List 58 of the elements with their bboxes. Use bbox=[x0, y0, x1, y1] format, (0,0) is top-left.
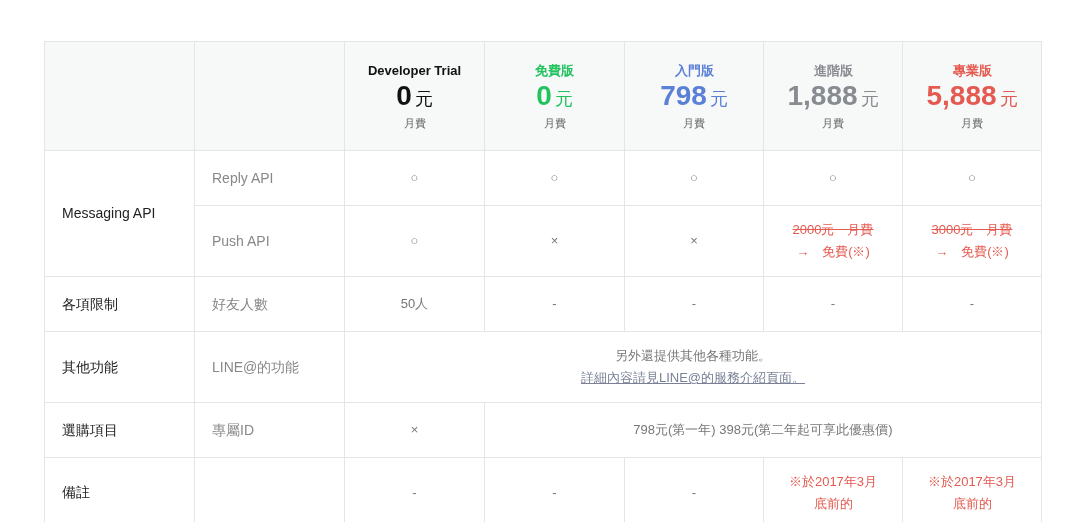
section-label: 其他功能 bbox=[62, 358, 118, 375]
cell-text: → 免費(※) bbox=[935, 244, 1009, 259]
cell-text: ○ bbox=[690, 170, 698, 185]
cell-text: ○ bbox=[968, 170, 976, 185]
plan-price: 5,888 bbox=[926, 80, 997, 112]
cell-text: 另外還提供其他各種功能。 bbox=[615, 348, 771, 363]
cell-text: × bbox=[690, 233, 698, 248]
cell-text: ○ bbox=[410, 170, 419, 185]
cell-text: - bbox=[691, 296, 697, 311]
cell-text: - bbox=[830, 296, 836, 311]
cell-text: 798元(第一年) 398元(第二年起可享此優惠價) bbox=[633, 422, 893, 437]
plan-price: 0 bbox=[396, 80, 412, 112]
cell-text: × bbox=[550, 233, 559, 248]
currency-unit: 元 bbox=[999, 88, 1018, 111]
plan-name: 入門版 bbox=[674, 61, 714, 80]
billing-period: 月費 bbox=[403, 116, 426, 131]
old-price: 3000元 月費 bbox=[931, 222, 1013, 237]
plan-name: 免費版 bbox=[535, 61, 574, 80]
old-price: 2000元 月費 bbox=[792, 222, 874, 237]
section-label: 備註 bbox=[62, 484, 90, 500]
currency-unit: 元 bbox=[554, 88, 573, 111]
row-label: LINE@的功能 bbox=[212, 358, 300, 375]
cell-text: ※於2017年3月 bbox=[788, 473, 878, 489]
cell-text: - bbox=[691, 484, 697, 500]
plan-name: 進階版 bbox=[813, 61, 853, 80]
cell-text: - bbox=[969, 296, 975, 311]
cell-text: ※於2017年3月 bbox=[927, 473, 1017, 489]
cell-text: ○ bbox=[410, 233, 419, 248]
cell-text: ○ bbox=[550, 170, 559, 185]
section-label: 各項限制 bbox=[62, 295, 118, 312]
section-label: Messaging API bbox=[62, 205, 156, 221]
section-label: 選購項目 bbox=[62, 421, 118, 438]
cell-text: → 免費(※) bbox=[796, 244, 870, 259]
plan-name: 專業版 bbox=[952, 61, 992, 80]
row-label: Reply API bbox=[212, 169, 274, 186]
cell-text: - bbox=[552, 296, 557, 311]
cell-text: ○ bbox=[829, 170, 837, 185]
plan-price: 798 bbox=[660, 80, 707, 112]
currency-unit: 元 bbox=[414, 88, 433, 111]
cell-text: 50人 bbox=[400, 296, 429, 311]
plan-price: 1,888 bbox=[787, 80, 858, 112]
cell-text: 底前的 bbox=[952, 495, 992, 511]
cell-text: × bbox=[410, 422, 419, 437]
currency-unit: 元 bbox=[709, 88, 728, 111]
plan-price: 0 bbox=[536, 80, 552, 112]
billing-period: 月費 bbox=[543, 116, 566, 131]
cell-text: - bbox=[552, 484, 557, 500]
currency-unit: 元 bbox=[860, 88, 879, 111]
plan-name: Developer Trial bbox=[367, 61, 462, 80]
cell-text: - bbox=[412, 484, 417, 500]
row-label: 好友人數 bbox=[212, 295, 268, 312]
row-label: Push API bbox=[212, 232, 270, 249]
billing-period: 月費 bbox=[683, 116, 705, 131]
billing-period: 月費 bbox=[822, 116, 844, 131]
row-label: 專屬ID bbox=[212, 421, 254, 438]
cell-text: 底前的 bbox=[813, 495, 853, 511]
billing-period: 月費 bbox=[961, 116, 983, 131]
service-link[interactable]: 詳細內容請見LINE@的服務介紹頁面。 bbox=[580, 370, 806, 385]
